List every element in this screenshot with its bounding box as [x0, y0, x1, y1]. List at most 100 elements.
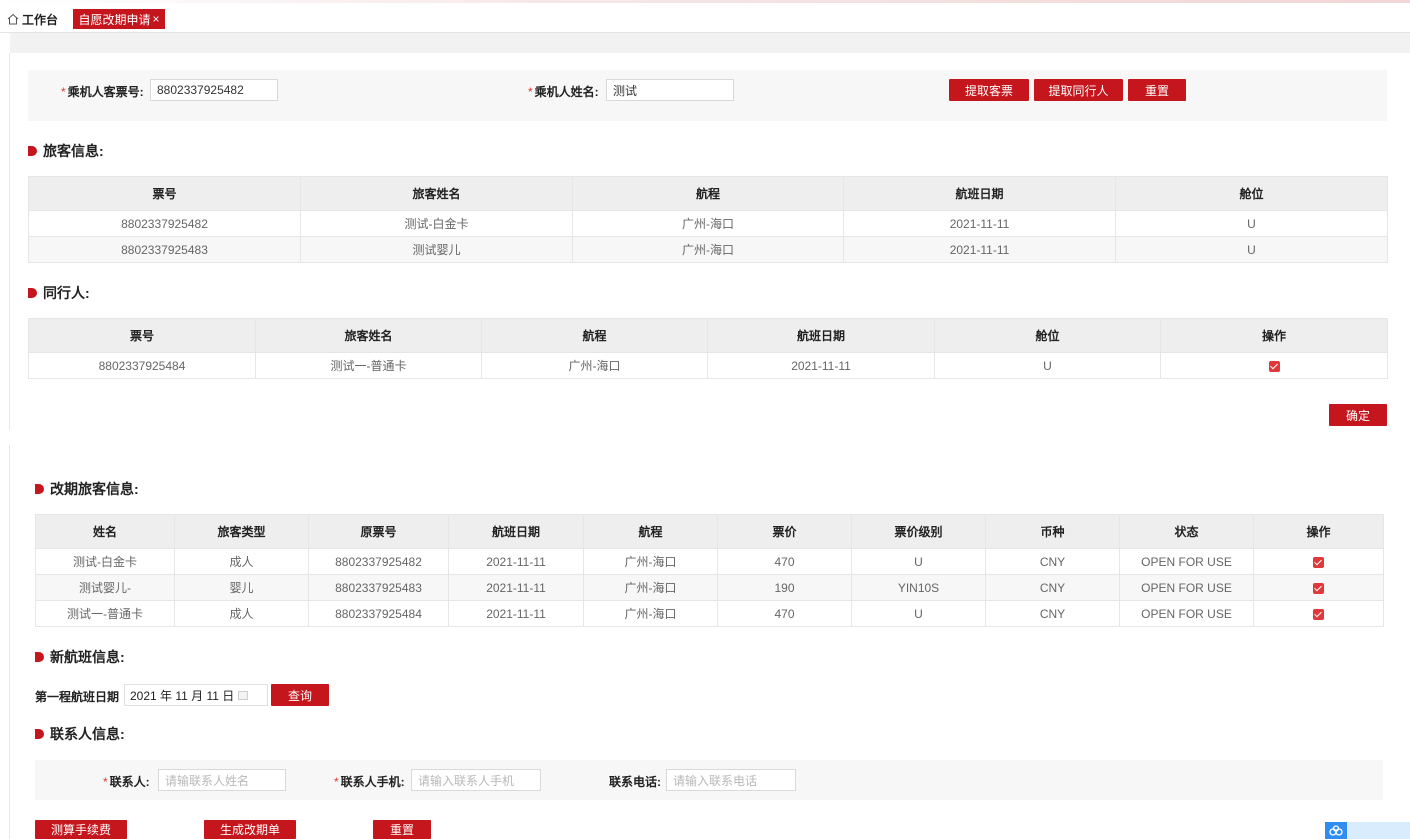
section-marker-icon [35, 484, 44, 494]
table-cell: 成人 [174, 600, 309, 627]
column-header: 航班日期 [707, 318, 935, 353]
table-cell: 8802337925483 [308, 574, 449, 601]
contact-info-title-text: 联系人信息: [50, 726, 125, 742]
table-cell: 2021-11-11 [843, 210, 1116, 237]
calc-fee-button[interactable]: 测算手续费 [35, 820, 127, 839]
select-checkbox[interactable] [1313, 582, 1324, 594]
table-cell: 8802337925484 [308, 600, 449, 627]
select-checkbox[interactable] [1268, 360, 1280, 372]
first-leg-date-label: 第一程航班日期 [35, 690, 120, 704]
tab-reschedule-apply[interactable]: 自愿改期申请 × [73, 9, 165, 29]
calendar-icon[interactable] [238, 690, 249, 700]
table-cell: 广州-海口 [583, 600, 718, 627]
table-cell: 测试婴儿- [35, 574, 175, 601]
table-header-row: 票号 旅客姓名 航程 航班日期 舱位 [28, 176, 1388, 211]
table-row[interactable]: 8802337925484 测试一-普通卡 广州-海口 2021-11-11 U [28, 352, 1388, 379]
column-header: 航班日期 [448, 514, 584, 549]
tab-home[interactable]: 工作台 [7, 11, 58, 27]
companions-title-text: 同行人: [43, 285, 90, 301]
table-cell: 2021-11-11 [448, 574, 584, 601]
table-cell: 广州-海口 [572, 210, 844, 237]
fetch-ticket-button[interactable]: 提取客票 [949, 79, 1029, 101]
table-cell: 8802337925482 [308, 548, 449, 575]
table-cell: 2021-11-11 [448, 548, 584, 575]
passenger-info-table: 票号 旅客姓名 航程 航班日期 舱位 8802337925482 测试-白金卡 … [28, 176, 1388, 263]
fetch-companion-button[interactable]: 提取同行人 [1034, 79, 1123, 101]
section-marker-icon [28, 288, 37, 298]
query-button[interactable]: 查询 [271, 684, 329, 706]
table-cell: CNY [985, 548, 1120, 575]
column-header: 舱位 [934, 318, 1161, 353]
contact-mobile-input[interactable]: 请输入联系人手机 [411, 769, 541, 791]
search-reset-button[interactable]: 重置 [1128, 79, 1186, 101]
table-cell: 测试一-普通卡 [35, 600, 175, 627]
new-flight-title: 新航班信息: [35, 647, 125, 667]
table-cell: 婴儿 [174, 574, 309, 601]
column-header: 票价级别 [851, 514, 986, 549]
column-header: 姓名 [35, 514, 175, 549]
table-cell: OPEN FOR USE [1119, 548, 1254, 575]
contact-mobile-label: * 联系人手机: [334, 773, 405, 790]
table-cell: OPEN FOR USE [1119, 574, 1254, 601]
contact-name-label: * 联系人: [103, 773, 150, 790]
generate-reschedule-order-button[interactable]: 生成改期单 [204, 820, 296, 839]
select-checkbox[interactable] [1313, 556, 1324, 568]
table-row[interactable]: 测试-白金卡 成人 8802337925482 2021-11-11 广州-海口… [35, 548, 1384, 575]
table-cell: U [1115, 210, 1388, 237]
close-icon[interactable]: × [153, 13, 160, 25]
select-checkbox[interactable] [1313, 608, 1324, 620]
confirm-button[interactable]: 确定 [1329, 404, 1387, 426]
column-header: 状态 [1119, 514, 1254, 549]
passenger-info-title-text: 旅客信息: [43, 143, 104, 159]
table-cell: 测试-白金卡 [300, 210, 573, 237]
column-header: 旅客姓名 [255, 318, 482, 353]
required-mark: * [334, 775, 339, 789]
column-header: 航程 [481, 318, 708, 353]
table-cell: U [851, 548, 986, 575]
contact-phone-input[interactable]: 请输入联系电话 [666, 769, 796, 791]
table-cell [1253, 574, 1384, 601]
first-leg-date-picker[interactable]: 2021 年 11 月 11 日 [124, 684, 268, 706]
table-cell: 成人 [174, 548, 309, 575]
table-row[interactable]: 8802337925483 测试婴儿 广州-海口 2021-11-11 U [28, 236, 1388, 263]
table-row[interactable]: 测试一-普通卡 成人 8802337925484 2021-11-11 广州-海… [35, 600, 1384, 627]
ticket-number-input[interactable]: 8802337925482 [150, 79, 278, 101]
contact-info-title: 联系人信息: [35, 724, 125, 744]
required-mark: * [61, 85, 66, 99]
table-cell: 广州-海口 [583, 574, 718, 601]
bottom-reset-button[interactable]: 重置 [373, 820, 431, 839]
column-header: 票号 [28, 318, 256, 353]
passenger-name-input[interactable]: 测试 [606, 79, 734, 101]
column-header: 操作 [1160, 318, 1388, 353]
content-left-border [9, 53, 10, 430]
table-cell: 8802337925484 [28, 352, 256, 379]
table-row[interactable]: 8802337925482 测试-白金卡 广州-海口 2021-11-11 U [28, 210, 1388, 237]
table-header-row: 票号 旅客姓名 航程 航班日期 舱位 操作 [28, 318, 1388, 353]
contact-mobile-label-text: 联系人手机: [340, 775, 405, 789]
column-header: 操作 [1253, 514, 1384, 549]
home-icon [7, 13, 19, 25]
table-row[interactable]: 测试婴儿- 婴儿 8802337925483 2021-11-11 广州-海口 … [35, 574, 1384, 601]
column-header: 票号 [28, 176, 301, 211]
table-cell: 8802337925483 [28, 236, 301, 263]
table-cell: U [851, 600, 986, 627]
column-header: 票价 [717, 514, 852, 549]
contact-phone-label: 联系电话: [609, 775, 661, 789]
section-marker-icon [35, 652, 44, 662]
contact-name-input[interactable]: 请输联系人姓名 [158, 769, 286, 791]
column-header: 航程 [572, 176, 844, 211]
column-header: 旅客类型 [174, 514, 309, 549]
section-marker-icon [35, 729, 44, 739]
table-cell [1160, 352, 1388, 379]
table-cell: 2021-11-11 [448, 600, 584, 627]
table-cell: 2021-11-11 [707, 352, 935, 379]
change-passengers-title-text: 改期旅客信息: [50, 481, 139, 497]
section-marker-icon [28, 146, 37, 156]
floating-widget[interactable] [1325, 822, 1410, 839]
table-cell [1253, 600, 1384, 627]
column-header: 旅客姓名 [300, 176, 573, 211]
chat-icon [1325, 822, 1347, 839]
table-cell: 测试婴儿 [300, 236, 573, 263]
table-cell: 470 [717, 548, 852, 575]
table-cell: 190 [717, 574, 852, 601]
